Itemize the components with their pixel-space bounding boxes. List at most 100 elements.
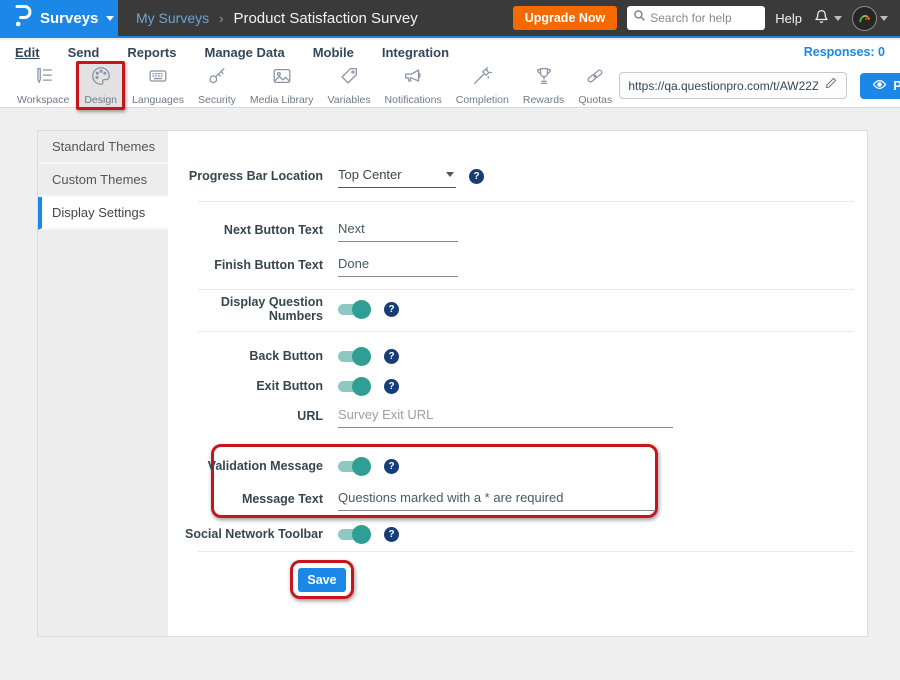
exit-url-row: URL xyxy=(168,403,673,429)
field-label: Progress Bar Location xyxy=(168,169,323,183)
upgrade-now-button[interactable]: Upgrade Now xyxy=(513,6,618,30)
eye-icon xyxy=(872,77,887,95)
search-input[interactable] xyxy=(650,11,755,25)
tool-notifications[interactable]: Notifications xyxy=(378,61,449,110)
field-label: Finish Button Text xyxy=(168,258,323,272)
account-menu[interactable] xyxy=(852,6,888,31)
exit-button-row: Exit Button ? xyxy=(168,373,399,399)
validation-message-row: Validation Message ? xyxy=(168,453,399,479)
social-network-toolbar-row: Social Network Toolbar ? xyxy=(168,521,399,547)
tool-list: Workspace Design Langu xyxy=(10,61,619,110)
sidebar-item-standard-themes[interactable]: Standard Themes xyxy=(38,131,168,164)
message-text-row: Message Text xyxy=(168,486,654,512)
tool-label: Rewards xyxy=(523,94,564,106)
progress-bar-location-row: Progress Bar Location Top Center ? xyxy=(168,163,484,189)
progress-bar-location-select[interactable]: Top Center xyxy=(338,165,456,188)
back-button-toggle[interactable] xyxy=(338,347,371,366)
nav-manage-data[interactable]: Manage Data xyxy=(204,45,284,60)
social-network-toolbar-toggle[interactable] xyxy=(338,525,371,544)
tool-label: Media Library xyxy=(250,94,314,106)
help-icon[interactable]: ? xyxy=(384,459,399,474)
wand-icon xyxy=(471,65,493,92)
preview-button[interactable]: Preview xyxy=(860,73,900,99)
questionpro-app: Surveys My Surveys › Product Satisfactio… xyxy=(0,0,900,680)
survey-url-field[interactable]: https://qa.questionpro.com/t/AW22Zcq2J xyxy=(619,72,847,99)
tool-completion[interactable]: Completion xyxy=(449,61,516,110)
nav-reports[interactable]: Reports xyxy=(127,45,176,60)
tag-icon xyxy=(338,65,360,92)
product-menu-label: Surveys xyxy=(40,10,98,27)
sidebar-item-display-settings[interactable]: Display Settings xyxy=(38,197,168,230)
chain-link-icon xyxy=(584,65,606,92)
keyboard-icon xyxy=(147,65,169,92)
breadcrumb-separator: › xyxy=(219,11,223,26)
design-settings-panel: Standard Themes Custom Themes Display Se… xyxy=(37,130,868,637)
help-icon[interactable]: ? xyxy=(384,349,399,364)
nav-send[interactable]: Send xyxy=(68,45,100,60)
trophy-icon xyxy=(533,65,555,92)
image-icon xyxy=(271,65,293,92)
help-search[interactable] xyxy=(627,6,765,30)
page-title: Product Satisfaction Survey xyxy=(233,10,417,27)
nav-integration[interactable]: Integration xyxy=(382,45,449,60)
surveys-product-menu[interactable]: Surveys xyxy=(0,0,118,37)
nav-edit[interactable]: Edit xyxy=(15,45,40,60)
header-actions: Upgrade Now Help xyxy=(513,6,900,31)
tool-design[interactable]: Design xyxy=(76,61,125,110)
tool-label: Completion xyxy=(456,94,509,106)
exit-button-toggle[interactable] xyxy=(338,377,371,396)
tool-label: Workspace xyxy=(17,94,69,106)
display-settings-form: Progress Bar Location Top Center ? Next … xyxy=(168,131,867,636)
tool-workspace[interactable]: Workspace xyxy=(10,61,76,110)
tool-label: Design xyxy=(84,94,117,106)
top-header: Surveys My Surveys › Product Satisfactio… xyxy=(0,0,900,38)
field-label: Validation Message xyxy=(168,459,323,473)
save-button[interactable]: Save xyxy=(298,568,346,592)
field-label: URL xyxy=(168,409,323,423)
chevron-down-icon xyxy=(834,16,842,21)
help-icon[interactable]: ? xyxy=(384,527,399,542)
tool-label: Languages xyxy=(132,94,184,106)
help-icon[interactable]: ? xyxy=(469,169,484,184)
responses-count[interactable]: Responses: 0 xyxy=(804,45,885,59)
chevron-down-icon xyxy=(106,16,114,21)
tool-rewards[interactable]: Rewards xyxy=(516,61,571,110)
tool-label: Security xyxy=(198,94,236,106)
help-icon[interactable]: ? xyxy=(384,302,399,317)
display-question-numbers-toggle[interactable] xyxy=(338,300,371,319)
nav-mobile[interactable]: Mobile xyxy=(313,45,354,60)
finish-button-text-row: Finish Button Text xyxy=(168,252,458,278)
search-icon xyxy=(633,9,646,27)
tool-media-library[interactable]: Media Library xyxy=(243,61,321,110)
questionpro-logo-icon xyxy=(12,3,32,34)
breadcrumb-my-surveys[interactable]: My Surveys xyxy=(136,10,209,26)
divider xyxy=(198,551,854,552)
tool-label: Notifications xyxy=(385,94,442,106)
message-text-input[interactable] xyxy=(338,488,654,511)
preview-label: Preview xyxy=(893,79,900,93)
tool-security[interactable]: Security xyxy=(191,61,243,110)
divider xyxy=(198,201,854,202)
divider xyxy=(198,331,854,332)
tool-variables[interactable]: Variables xyxy=(321,61,378,110)
notifications-menu[interactable] xyxy=(812,6,842,30)
key-icon xyxy=(206,65,228,92)
next-button-text-row: Next Button Text xyxy=(168,217,458,243)
help-link[interactable]: Help xyxy=(775,11,802,26)
finish-button-text-input[interactable] xyxy=(338,254,458,277)
tool-languages[interactable]: Languages xyxy=(125,61,191,110)
design-palette-icon xyxy=(90,65,112,92)
field-label: Back Button xyxy=(168,349,323,363)
design-sidebar: Standard Themes Custom Themes Display Se… xyxy=(38,131,168,636)
megaphone-icon xyxy=(402,65,424,92)
selected-value: Top Center xyxy=(338,167,402,182)
validation-message-toggle[interactable] xyxy=(338,457,371,476)
survey-exit-url-input[interactable] xyxy=(338,405,673,428)
tool-quotas[interactable]: Quotas xyxy=(571,61,619,110)
edit-pencil-icon[interactable] xyxy=(824,76,838,95)
workspace-icon xyxy=(32,65,54,92)
back-button-row: Back Button ? xyxy=(168,343,399,369)
help-icon[interactable]: ? xyxy=(384,379,399,394)
next-button-text-input[interactable] xyxy=(338,219,458,242)
sidebar-item-custom-themes[interactable]: Custom Themes xyxy=(38,164,168,197)
